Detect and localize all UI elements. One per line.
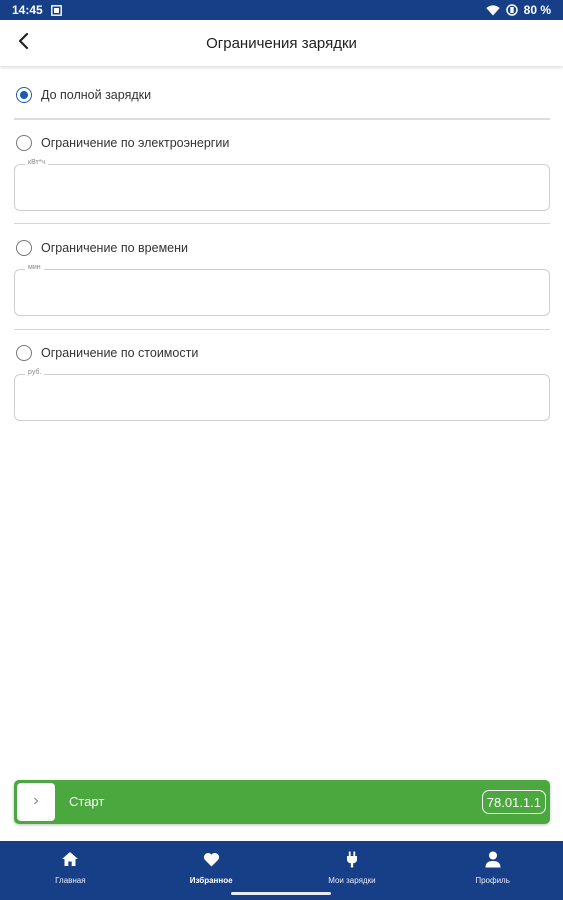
cost-limit-field[interactable]: руб. xyxy=(14,369,550,421)
option-full-charge[interactable]: До полной зарядки xyxy=(16,87,151,103)
divider xyxy=(14,118,550,120)
divider xyxy=(14,329,550,330)
cost-field-label: руб. xyxy=(25,369,45,376)
nav-label-my-charges: Мои зарядки xyxy=(328,876,376,885)
energy-limit-input[interactable] xyxy=(25,179,535,201)
option-time-limit-label: Ограничение по времени xyxy=(41,241,189,255)
nav-label-home: Главная xyxy=(55,876,86,885)
nav-item-profile[interactable]: Профиль xyxy=(422,841,563,900)
station-code-badge: 78.01.1.1 xyxy=(481,790,546,814)
time-limit-input[interactable] xyxy=(25,284,535,306)
chevron-right-icon xyxy=(33,797,39,807)
radio-time-limit[interactable] xyxy=(16,240,32,256)
option-cost-limit[interactable]: Ограничение по стоимости xyxy=(16,345,198,361)
slider-knob[interactable] xyxy=(17,783,55,821)
back-button[interactable] xyxy=(12,31,36,55)
screenshot-notification-icon xyxy=(50,4,62,16)
app-header: Ограничения зарядки xyxy=(0,20,563,66)
option-energy-limit-label: Ограничение по электроэнергии xyxy=(41,136,230,150)
divider xyxy=(14,223,550,224)
option-cost-limit-label: Ограничение по стоимости xyxy=(41,346,199,360)
nav-item-home[interactable]: Главная xyxy=(0,841,141,900)
home-indicator xyxy=(231,892,331,895)
page-title: Ограничения зарядки xyxy=(206,34,357,52)
nav-label-profile: Профиль xyxy=(475,876,510,885)
battery-level: 80 % xyxy=(523,3,551,17)
radio-energy-limit[interactable] xyxy=(16,135,32,151)
time-limit-field[interactable]: мин xyxy=(14,264,550,316)
start-slider[interactable]: Старт 78.01.1.1 xyxy=(14,780,550,824)
energy-limit-field[interactable]: кВт*ч xyxy=(14,159,550,211)
battery-saver-icon xyxy=(505,4,518,16)
status-time: 14:45 xyxy=(12,3,43,17)
status-left: 14:45 xyxy=(12,3,62,17)
option-energy-limit[interactable]: Ограничение по электроэнергии xyxy=(16,135,229,151)
energy-field-label: кВт*ч xyxy=(25,159,49,166)
option-time-limit[interactable]: Ограничение по времени xyxy=(16,240,188,256)
chevron-left-icon xyxy=(17,32,31,55)
status-right: 80 % xyxy=(485,3,551,17)
radio-cost-limit[interactable] xyxy=(16,345,32,361)
radio-full-charge[interactable] xyxy=(16,87,32,103)
status-bar: 14:45 80 % xyxy=(0,0,563,20)
wifi-icon xyxy=(485,4,500,16)
plug-icon xyxy=(346,850,358,868)
option-full-charge-label: До полной зарядки xyxy=(41,88,152,102)
start-label: Старт xyxy=(69,794,105,809)
time-field-label: мин xyxy=(25,264,44,271)
nav-label-favorites: Избранное xyxy=(189,876,233,885)
cost-limit-input[interactable] xyxy=(25,389,535,411)
heart-icon xyxy=(203,850,220,868)
home-icon xyxy=(61,850,79,868)
person-icon xyxy=(485,850,501,868)
